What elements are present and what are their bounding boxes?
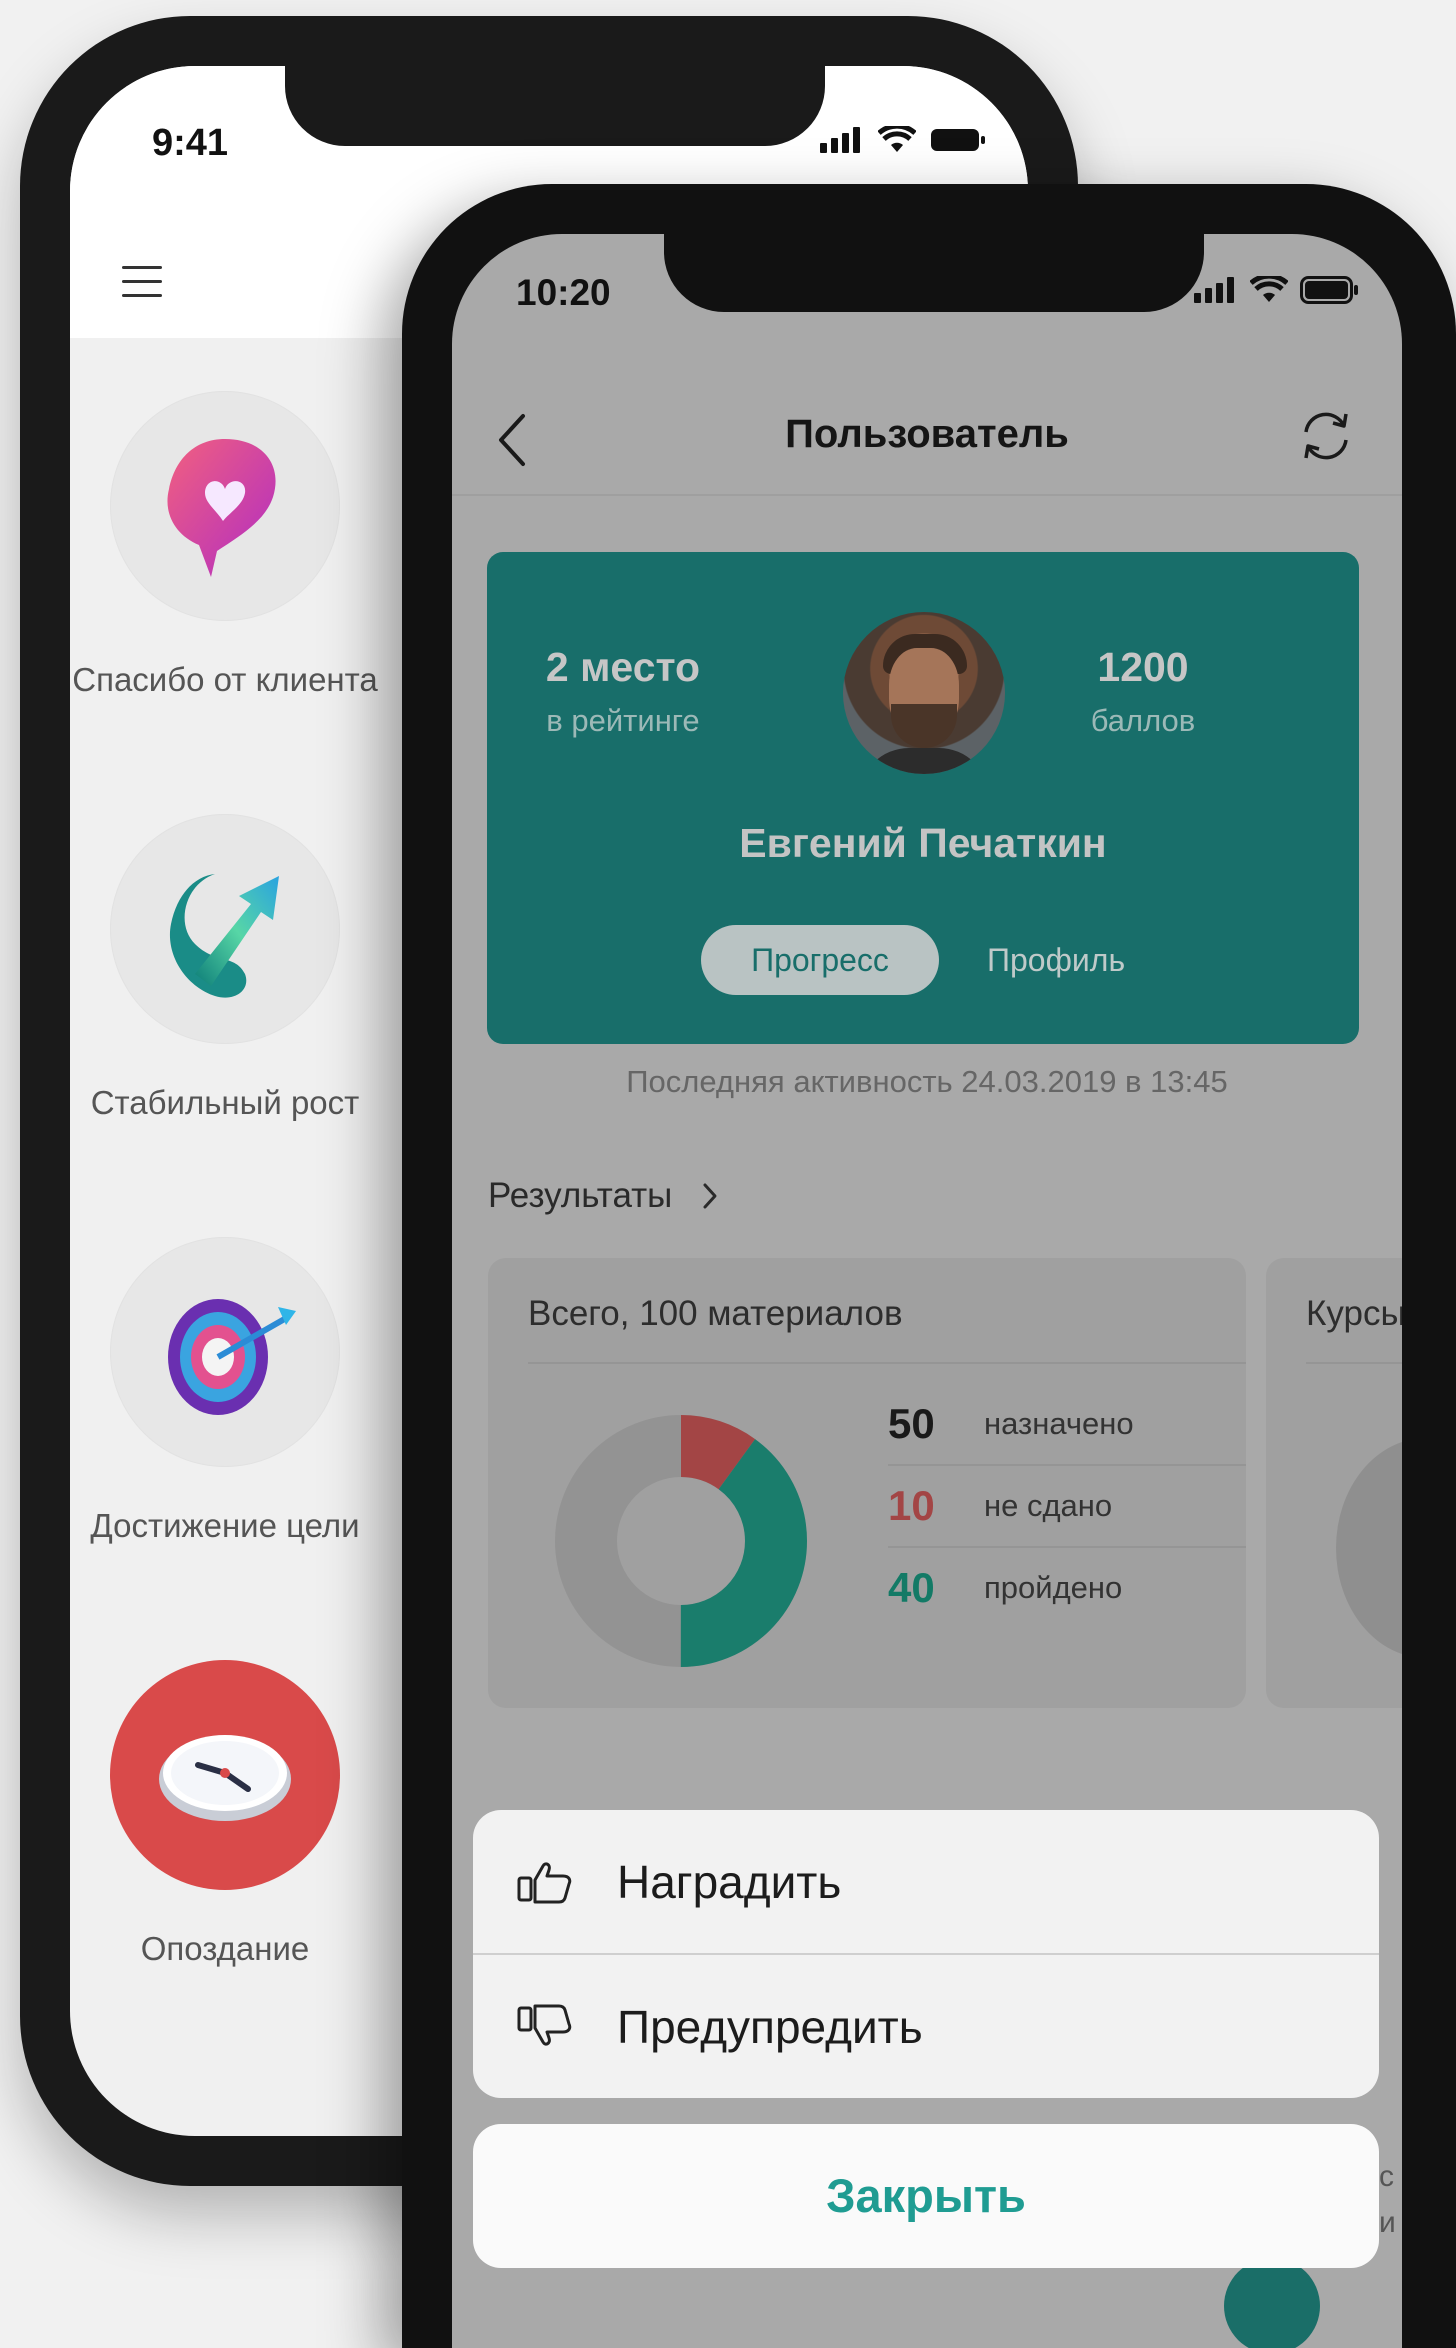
legend-row-failed: 10 не сдано: [888, 1466, 1246, 1548]
achievement-late[interactable]: Опоздание: [70, 1660, 380, 1972]
donut-chart: [555, 1415, 807, 1667]
wifi-icon: [878, 126, 916, 152]
user-name: Евгений Печаткин: [739, 820, 1107, 866]
points-value: 1200: [1097, 644, 1189, 690]
signal-icon: [1194, 277, 1234, 303]
divider: [528, 1362, 1246, 1364]
front-phone-screen: 10:20 Пользователь 2 место в рейтинге 12…: [452, 234, 1402, 2348]
courses-card[interactable]: Курсы: [1266, 1258, 1402, 1708]
front-phone: 10:20 Пользователь 2 место в рейтинге 12…: [402, 184, 1456, 2348]
heart-chat-icon: [110, 391, 340, 621]
results-label: Результаты: [488, 1176, 673, 1215]
menu-icon[interactable]: [122, 266, 162, 308]
thumbs-up-icon: [517, 1860, 577, 1904]
clock-icon: [110, 1660, 340, 1890]
warn-label: Предупредить: [617, 2000, 923, 2053]
points-stat: 1200 баллов: [1033, 644, 1253, 739]
nav-bar: Пользователь: [452, 384, 1402, 496]
rank-stat: 2 место в рейтинге: [513, 644, 733, 739]
growth-arrow-icon: [110, 814, 340, 1044]
failed-value: 10: [888, 1482, 935, 1529]
failed-label: не сдано: [984, 1488, 1113, 1523]
divider: [1306, 1362, 1402, 1364]
signal-icon: [820, 127, 860, 153]
front-status-icons: [1194, 276, 1360, 304]
rank-sub: в рейтинге: [546, 703, 700, 738]
stats-title: Всего, 100 материалов: [528, 1294, 903, 1333]
tab-profile[interactable]: Профиль: [987, 925, 1125, 995]
rank-value: 2 место: [545, 644, 701, 690]
thumbs-down-icon: [517, 2004, 577, 2050]
close-button[interactable]: Закрыть: [473, 2124, 1379, 2268]
back-notch: [285, 66, 825, 146]
front-notch: [664, 234, 1204, 312]
passed-value: 40: [888, 1564, 935, 1611]
wifi-icon: [1250, 276, 1288, 302]
last-activity: Последняя активность 24.03.2019 в 13:45: [626, 1064, 1228, 1099]
peek-text: си: [1379, 2160, 1396, 2239]
tab-progress[interactable]: Прогресс: [701, 925, 939, 995]
avatar: [843, 612, 1005, 774]
legend-row-assigned: 50 назначено: [888, 1384, 1246, 1466]
points-sub: баллов: [1090, 703, 1196, 738]
assigned-label: назначено: [984, 1406, 1134, 1441]
warn-action[interactable]: Предупредить: [473, 1955, 1379, 2098]
target-icon: [110, 1237, 340, 1467]
action-sheet: Наградить Предупредить: [473, 1810, 1379, 2098]
front-status-time: 10:20: [516, 272, 611, 313]
achievement-label: Опоздание: [140, 1930, 310, 1967]
award-label: Наградить: [617, 1855, 842, 1908]
achievement-label: Стабильный рост: [90, 1084, 360, 1121]
chevron-right-icon: [703, 1183, 717, 1209]
fab-button[interactable]: [1224, 2258, 1320, 2348]
page-title: Пользователь: [785, 412, 1069, 456]
achievement-label: Достижение цели: [90, 1507, 360, 1544]
achievement-thanks[interactable]: Спасибо от клиента: [70, 391, 380, 703]
assigned-value: 50: [888, 1400, 935, 1447]
achievement-growth[interactable]: Стабильный рост: [70, 814, 380, 1126]
courses-chart: [1336, 1438, 1402, 1658]
profile-card: 2 место в рейтинге 1200 баллов Евгений П…: [487, 552, 1359, 1044]
achievement-target[interactable]: Достижение цели: [70, 1237, 380, 1549]
passed-label: пройдено: [984, 1570, 1123, 1605]
achievement-label: Спасибо от клиента: [72, 661, 378, 698]
stats-card[interactable]: Всего, 100 материалов 50 назначено 10 не…: [488, 1258, 1246, 1708]
battery-icon: [1300, 276, 1358, 304]
battery-icon: [931, 129, 985, 151]
refresh-icon[interactable]: [1298, 408, 1354, 464]
back-status-time: 9:41: [152, 122, 229, 164]
results-link[interactable]: Результаты: [488, 1176, 718, 1216]
award-action[interactable]: Наградить: [473, 1810, 1379, 1953]
legend-row-passed: 40 пройдено: [888, 1548, 1246, 1628]
courses-title: Курсы: [1306, 1294, 1402, 1333]
back-status-icons: [820, 126, 986, 154]
